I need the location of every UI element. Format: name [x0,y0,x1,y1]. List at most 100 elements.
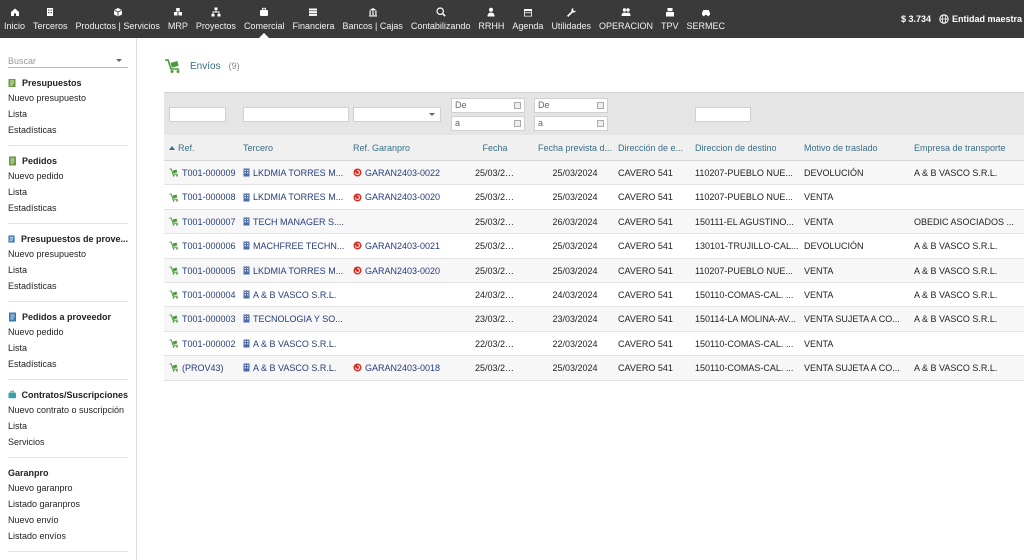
filter-garanpro-select[interactable] [353,107,441,122]
column-header[interactable]: Ref. Garanpro [353,135,463,161]
cell-ref[interactable]: T001-000007 [169,210,239,234]
nav-item-sermec[interactable]: SERMEC [683,0,730,38]
column-header[interactable]: Ref. [169,135,239,161]
clear-icon[interactable] [597,102,604,109]
cell-garanpro[interactable]: GARAN2403-0022 [353,161,463,185]
cell-ref[interactable]: T001-000005 [169,259,239,283]
filter-prevista-from[interactable]: De [534,98,608,113]
nav-item-productos-servicios[interactable]: Productos | Servicios [72,0,164,38]
nav-item-proyectos[interactable]: Proyectos [192,0,240,38]
column-header[interactable]: Fecha prevista d... [536,135,614,161]
sidebar-section-title[interactable]: Presupuestos de prove... [8,232,128,246]
sidebar-link[interactable]: Servicios [8,434,128,450]
filter-ref-input[interactable] [169,107,226,122]
nav-item-bancos-cajas[interactable]: Bancos | Cajas [338,0,406,38]
cell-ref[interactable]: T001-000004 [169,283,239,307]
sidebar-search-select[interactable]: Buscar [8,54,128,68]
users-cog-icon [621,7,631,17]
table-row[interactable]: T001-000002 A & B VASCO S.R.L. 22/03/2024 2… [164,332,1024,357]
cell-destino: 130101-TRUJILLO-CAL... [695,234,799,258]
cell-garanpro[interactable]: GARAN2403-0021 [353,234,463,258]
table-row[interactable]: T001-000008 LKDMIA TORRES M... GARAN2403-0… [164,185,1024,210]
column-header[interactable]: Empresa de transporte [914,135,1019,161]
filter-tercero-input[interactable] [243,107,349,122]
table-row[interactable]: T001-000005 LKDMIA TORRES M... GARAN2403-0… [164,258,1024,283]
cell-tercero[interactable]: TECH MANAGER S.... [243,210,348,234]
table-row[interactable]: T001-000006 MACHFREE TECHN... GARAN2403-00… [164,234,1024,259]
sidebar-section-title[interactable]: Contratos/Suscripciones [8,388,128,402]
table-row[interactable]: T001-000009 LKDMIA TORRES M... GARAN2403-0… [164,161,1024,186]
cell-tercero[interactable]: LKDMIA TORRES M... [243,259,348,283]
nav-item-utilidades[interactable]: Utilidades [547,0,595,38]
sidebar-link[interactable]: Lista [8,340,128,356]
sidebar-link[interactable]: Nuevo presupuesto [8,90,128,106]
sidebar-link[interactable]: Nuevo garanpro [8,480,128,496]
column-header[interactable]: Dirección de e... [618,135,690,161]
sidebar-link[interactable]: Estadísticas [8,356,128,372]
table-row[interactable]: T001-000004 A & B VASCO S.R.L. 24/03/2024 2… [164,283,1024,308]
cell-tercero[interactable]: A & B VASCO S.R.L. [243,332,348,356]
sidebar-link[interactable]: Lista [8,106,128,122]
table-row[interactable]: T001-000007 TECH MANAGER S.... 25/03/2024 2… [164,209,1024,235]
column-header[interactable]: Tercero [243,135,348,161]
garanpro-icon [353,363,362,372]
nav-item-contabilizando[interactable]: Contabilizando [407,0,475,38]
sidebar-link[interactable]: Lista [8,184,128,200]
sidebar-link[interactable]: Estadísticas [8,200,128,216]
cell-ref[interactable]: T001-000009 [169,161,239,185]
sidebar-link[interactable]: Listado garanpros [8,496,128,512]
sidebar-link[interactable]: Listado envíos [8,528,128,544]
sidebar-link[interactable]: Nuevo envío [8,512,128,528]
filter-fecha-to[interactable]: a [451,116,525,131]
cell-garanpro[interactable]: GARAN2403-0018 [353,356,463,380]
nav-item-tpv[interactable]: TPV [657,0,683,38]
cell-tercero[interactable]: A & B VASCO S.R.L. [243,356,348,380]
sidebar-link[interactable]: Lista [8,262,128,278]
sidebar-section-title[interactable]: Presupuestos [8,76,128,90]
cell-garanpro[interactable]: GARAN2403-0020 [353,185,463,209]
table-row[interactable]: T001-000003 TECNOLOGIA Y SO... 23/03/2024 2… [164,307,1024,332]
cell-ref[interactable]: (PROV43) [169,356,239,380]
sidebar-link[interactable]: Estadísticas [8,122,128,138]
sidebar-link[interactable]: Lista [8,418,128,434]
cell-tercero[interactable]: LKDMIA TORRES M... [243,185,348,209]
table-row[interactable]: (PROV43) A & B VASCO S.R.L. GARAN2403-0018… [164,356,1024,381]
sidebar-section-title[interactable]: Pedidos [8,154,128,168]
filter-fecha-from[interactable]: De [451,98,525,113]
column-header[interactable]: Motivo de traslado [804,135,910,161]
nav-item-operacion[interactable]: OPERACION [595,0,657,38]
cell-garanpro[interactable]: GARAN2403-0020 [353,259,463,283]
entity-selector[interactable]: Entidad maestra [939,14,1022,24]
sidebar-section-title[interactable]: Garanpro [8,466,128,480]
sidebar-link[interactable]: Nuevo pedido [8,168,128,184]
clear-icon[interactable] [514,120,521,127]
nav-item-comercial[interactable]: Comercial [240,0,289,38]
sidebar-link[interactable]: Nuevo contrato o suscripción [8,402,128,418]
nav-item-terceros[interactable]: Terceros [29,0,72,38]
clear-icon[interactable] [514,102,521,109]
clear-icon[interactable] [597,120,604,127]
cell-ref[interactable]: T001-000006 [169,234,239,258]
cell-tercero[interactable]: MACHFREE TECHN... [243,234,348,258]
cell-tercero[interactable]: TECNOLOGIA Y SO... [243,307,348,331]
sidebar-link[interactable]: Nuevo pedido [8,324,128,340]
nav-item-inicio[interactable]: Inicio [0,0,29,38]
nav-item-rrhh[interactable]: RRHH [474,0,508,38]
filter-destino-input[interactable] [695,107,751,122]
cell-ref[interactable]: T001-000008 [169,185,239,209]
sidebar-link[interactable]: Nuevo presupuesto [8,246,128,262]
cell-ref[interactable]: T001-000003 [169,307,239,331]
cell-ref[interactable]: T001-000002 [169,332,239,356]
column-header[interactable]: Direccion de destino [695,135,799,161]
cell-tercero[interactable]: LKDMIA TORRES M... [243,161,348,185]
sidebar-link[interactable]: Estadísticas [8,278,128,294]
nav-item-agenda[interactable]: Agenda [508,0,547,38]
nav-item-mrp[interactable]: MRP [164,0,192,38]
sidebar-section-title[interactable]: Pedidos a proveedor [8,310,128,324]
nav-item-financiera[interactable]: Financiera [288,0,338,38]
column-header[interactable]: Fecha [475,135,515,161]
home-icon [10,7,20,17]
cell-tercero[interactable]: A & B VASCO S.R.L. [243,283,348,307]
filter-prevista-to[interactable]: a [534,116,608,131]
balance-amount[interactable]: $ 3.734 [901,14,931,24]
